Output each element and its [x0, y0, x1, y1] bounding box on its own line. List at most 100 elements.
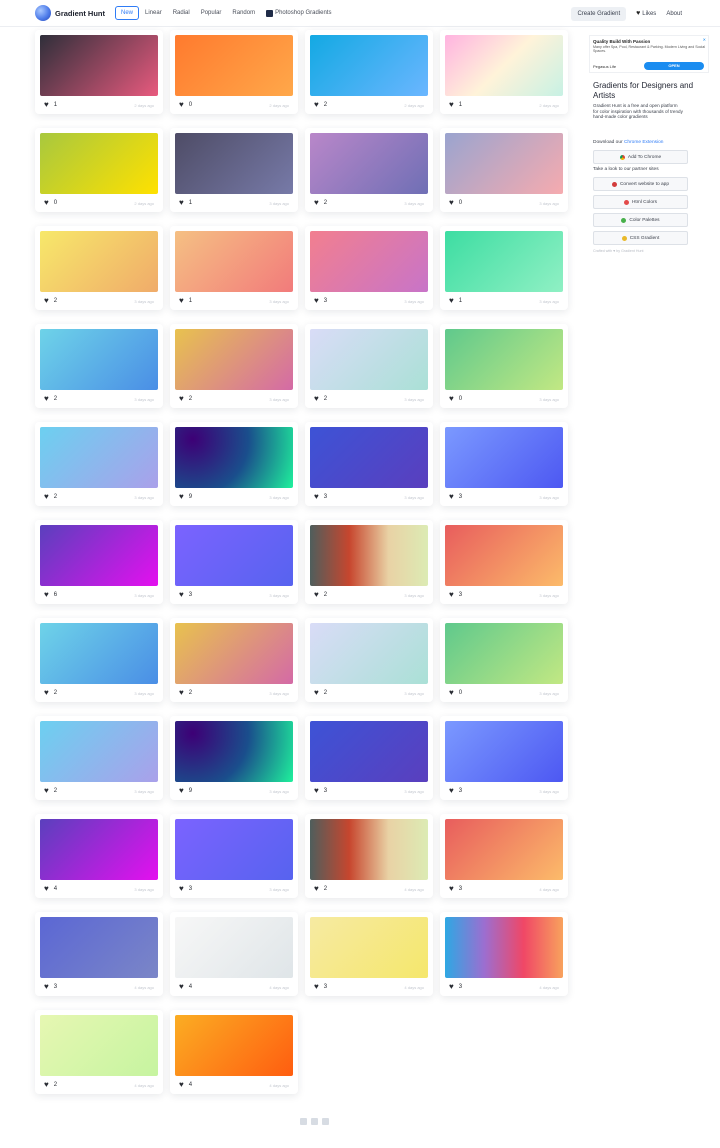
like-button[interactable]: ♥ 3 — [314, 787, 327, 795]
gradient-swatch[interactable] — [40, 1015, 158, 1076]
gradient-card[interactable]: ♥ 2 3 days ago — [305, 520, 433, 604]
gradient-card[interactable]: ♥ 2 4 days ago — [35, 1010, 163, 1094]
gradient-card[interactable]: ♥ 1 3 days ago — [440, 226, 568, 310]
gradient-card[interactable]: ♥ 3 3 days ago — [440, 422, 568, 506]
like-button[interactable]: ♥ 2 — [314, 591, 327, 599]
gradient-swatch[interactable] — [175, 231, 293, 292]
like-button[interactable]: ♥ 0 — [449, 395, 462, 403]
like-button[interactable]: ♥ 4 — [44, 885, 57, 893]
like-button[interactable]: ♥ 2 — [314, 199, 327, 207]
gradient-swatch[interactable] — [175, 1015, 293, 1076]
gradient-card[interactable]: ♥ 3 3 days ago — [170, 814, 298, 898]
gradient-swatch[interactable] — [175, 721, 293, 782]
gradient-swatch[interactable] — [40, 917, 158, 978]
gradient-swatch[interactable] — [175, 917, 293, 978]
gradient-swatch[interactable] — [175, 427, 293, 488]
like-button[interactable]: ♥ 3 — [179, 591, 192, 599]
gradient-card[interactable]: ♥ 6 3 days ago — [35, 520, 163, 604]
like-button[interactable]: ♥ 0 — [449, 689, 462, 697]
gradient-swatch[interactable] — [40, 231, 158, 292]
gradient-card[interactable]: ♥ 0 3 days ago — [440, 324, 568, 408]
like-button[interactable]: ♥ 3 — [449, 787, 462, 795]
like-button[interactable]: ♥ 2 — [179, 689, 192, 697]
gradient-swatch[interactable] — [175, 623, 293, 684]
gradient-swatch[interactable] — [445, 917, 563, 978]
gradient-swatch[interactable] — [310, 35, 428, 96]
like-button[interactable]: ♥ 1 — [179, 297, 192, 305]
like-button[interactable]: ♥ 3 — [179, 885, 192, 893]
gradient-swatch[interactable] — [445, 819, 563, 880]
gradient-card[interactable]: ♥ 2 3 days ago — [35, 618, 163, 702]
gradient-swatch[interactable] — [310, 525, 428, 586]
gradient-swatch[interactable] — [175, 525, 293, 586]
like-button[interactable]: ♥ 3 — [449, 493, 462, 501]
add-to-chrome-button[interactable]: Add To Chrome — [593, 150, 688, 164]
like-button[interactable]: ♥ 2 — [44, 689, 57, 697]
gradient-swatch[interactable] — [310, 819, 428, 880]
gradient-card[interactable]: ♥ 2 2 days ago — [305, 30, 433, 114]
gradient-card[interactable]: ♥ 1 3 days ago — [170, 226, 298, 310]
gradient-swatch[interactable] — [40, 525, 158, 586]
page-button[interactable] — [311, 1118, 318, 1125]
like-button[interactable]: ♥ 2 — [44, 493, 57, 501]
sidebar-ad[interactable]: Quality Build With Passion ✕ Many offer … — [589, 35, 709, 73]
gradient-swatch[interactable] — [445, 427, 563, 488]
like-button[interactable]: ♥ 3 — [44, 983, 57, 991]
gradient-swatch[interactable] — [175, 329, 293, 390]
gradient-swatch[interactable] — [310, 623, 428, 684]
gradient-card[interactable]: ♥ 4 4 days ago — [170, 1010, 298, 1094]
gradient-swatch[interactable] — [445, 525, 563, 586]
gradient-swatch[interactable] — [40, 721, 158, 782]
gradient-card[interactable]: ♥ 0 2 days ago — [35, 128, 163, 212]
likes-link[interactable]: ♥ Likes — [636, 10, 656, 17]
gradient-card[interactable]: ♥ 4 3 days ago — [35, 814, 163, 898]
gradient-swatch[interactable] — [310, 427, 428, 488]
gradient-card[interactable]: ♥ 2 3 days ago — [170, 618, 298, 702]
gradient-card[interactable]: ♥ 4 4 days ago — [170, 912, 298, 996]
gradient-card[interactable]: ♥ 2 3 days ago — [35, 422, 163, 506]
like-button[interactable]: ♥ 2 — [314, 395, 327, 403]
gradient-swatch[interactable] — [310, 721, 428, 782]
gradient-card[interactable]: ♥ 2 4 days ago — [305, 814, 433, 898]
gradient-swatch[interactable] — [445, 623, 563, 684]
gradient-card[interactable]: ♥ 3 4 days ago — [305, 912, 433, 996]
gradient-card[interactable]: ♥ 0 2 days ago — [170, 30, 298, 114]
like-button[interactable]: ♥ 3 — [314, 493, 327, 501]
gradient-card[interactable]: ♥ 3 4 days ago — [35, 912, 163, 996]
gradient-swatch[interactable] — [310, 917, 428, 978]
like-button[interactable]: ♥ 2 — [314, 885, 327, 893]
gradient-card[interactable]: ♥ 3 3 days ago — [305, 716, 433, 800]
like-button[interactable]: ♥ 4 — [179, 983, 192, 991]
gradient-card[interactable]: ♥ 2 3 days ago — [305, 128, 433, 212]
like-button[interactable]: ♥ 3 — [314, 297, 327, 305]
about-link[interactable]: About — [666, 11, 682, 17]
like-button[interactable]: ♥ 0 — [179, 101, 192, 109]
gradient-swatch[interactable] — [445, 329, 563, 390]
gradient-card[interactable]: ♥ 2 3 days ago — [35, 716, 163, 800]
gradient-card[interactable]: ♥ 3 3 days ago — [305, 226, 433, 310]
gradient-card[interactable]: ♥ 0 3 days ago — [440, 128, 568, 212]
gradient-card[interactable]: ♥ 3 3 days ago — [440, 520, 568, 604]
like-button[interactable]: ♥ 1 — [44, 101, 57, 109]
gradient-swatch[interactable] — [175, 35, 293, 96]
partner-site-button[interactable]: CSS Gradient — [593, 231, 688, 245]
like-button[interactable]: ♥ 3 — [449, 885, 462, 893]
gradient-swatch[interactable] — [445, 721, 563, 782]
gradient-swatch[interactable] — [310, 329, 428, 390]
gradient-swatch[interactable] — [310, 133, 428, 194]
gradient-card[interactable]: ♥ 9 3 days ago — [170, 716, 298, 800]
like-button[interactable]: ♥ 2 — [44, 395, 57, 403]
gradient-card[interactable]: ♥ 2 3 days ago — [35, 226, 163, 310]
like-button[interactable]: ♥ 1 — [449, 297, 462, 305]
gradient-swatch[interactable] — [40, 623, 158, 684]
gradient-card[interactable]: ♥ 2 3 days ago — [170, 324, 298, 408]
like-button[interactable]: ♥ 2 — [44, 787, 57, 795]
gradient-card[interactable]: ♥ 1 2 days ago — [440, 30, 568, 114]
like-button[interactable]: ♥ 2 — [44, 1081, 57, 1089]
gradient-card[interactable]: ♥ 3 3 days ago — [305, 422, 433, 506]
gradient-swatch[interactable] — [40, 329, 158, 390]
gradient-swatch[interactable] — [175, 819, 293, 880]
gradient-swatch[interactable] — [445, 133, 563, 194]
page-button[interactable] — [322, 1118, 329, 1125]
gradient-card[interactable]: ♥ 0 3 days ago — [440, 618, 568, 702]
